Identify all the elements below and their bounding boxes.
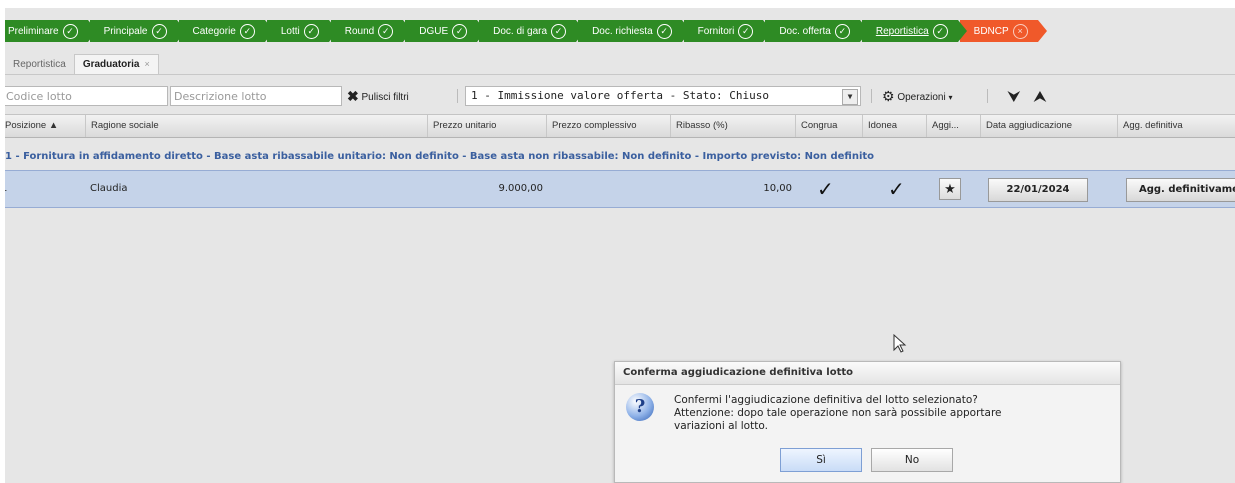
lot-group-label: 1 - Fornitura in affidamento diretto - B… <box>5 151 875 162</box>
step-label: Preliminare <box>8 25 59 37</box>
col-ribasso[interactable]: Ribasso (%) <box>671 115 796 137</box>
step-label: Fornitori <box>697 25 735 37</box>
tab-reportistica[interactable]: Reportistica <box>5 55 74 74</box>
cell-prezzo-unitario: 9.000,00 <box>498 183 543 194</box>
dialog-line: variazioni al lotto. <box>674 420 768 432</box>
caret-down-icon: ▾ <box>948 93 953 102</box>
tab-label: Graduatoria <box>82 59 140 70</box>
workflow-steps: Preliminare ✓ Principale ✓ Categorie ✓ Lott… <box>5 18 1235 44</box>
operazioni-menu-button[interactable]: ⚙ Operazioni ▾ <box>882 86 953 106</box>
close-circle-icon: × <box>1012 23 1028 39</box>
step-bdncp[interactable]: BDNCP × <box>959 20 1047 42</box>
agg-definitivamente-button[interactable]: Agg. definitivamente <box>1126 178 1235 202</box>
dialog-title: Conferma aggiudicazione definitiva lotto <box>615 362 1120 385</box>
question-icon: ? <box>626 393 654 421</box>
descrizione-lotto-input[interactable]: Descrizione lotto <box>170 86 342 106</box>
table-row[interactable]: 1 Claudia 9.000,00 10,00 ✓ ✓ ★ 22/01/202… <box>5 170 1235 208</box>
check-circle-icon: ✓ <box>738 23 754 39</box>
dialog-message: Confermi l'aggiudicazione definitiva del… <box>674 394 1104 433</box>
check-circle-icon: ✓ <box>239 23 255 39</box>
step-doc-offerta[interactable]: Doc. offerta ✓ <box>765 20 869 42</box>
step-label: Categorie <box>192 25 236 37</box>
step-lotti[interactable]: Lotti ✓ <box>266 20 338 42</box>
step-label: DGUE <box>419 25 449 37</box>
step-round[interactable]: Round ✓ <box>330 20 413 42</box>
pulisci-filtri-button[interactable]: ✖ Pulisci filtri <box>347 86 409 106</box>
step-fornitori[interactable]: Fornitori ✓ <box>683 20 772 42</box>
step-preliminare[interactable]: Preliminare ✓ <box>5 20 97 42</box>
no-button[interactable]: No <box>871 448 953 472</box>
col-ragione-sociale[interactable]: Ragione sociale <box>86 115 428 137</box>
col-data-aggiudicazione[interactable]: Data aggiudicazione <box>981 115 1118 137</box>
expand-all-icon[interactable]: ⮟ <box>1008 86 1020 106</box>
round-select[interactable]: 1 - Immissione valore offerta - Stato: C… <box>465 86 861 106</box>
step-doc-di-gara[interactable]: Doc. di gara ✓ <box>479 20 585 42</box>
gear-icon: ⚙ <box>882 88 895 104</box>
confirm-dialog: Conferma aggiudicazione definitiva lotto… <box>614 361 1121 483</box>
step-reportistica[interactable]: Reportistica ✓ <box>861 20 967 42</box>
clear-x-icon: ✖ <box>347 88 359 104</box>
check-circle-icon: ✓ <box>656 23 672 39</box>
cell-posizione: 1 <box>5 171 7 207</box>
table-header: Posizione ▲ Ragione sociale Prezzo unita… <box>5 114 1235 138</box>
tab-graduatoria[interactable]: Graduatoria × <box>73 54 159 74</box>
step-doc-richiesta[interactable]: Doc. richiesta ✓ <box>578 20 691 42</box>
step-label: Round <box>344 25 375 37</box>
step-label: BDNCP <box>973 25 1009 37</box>
col-aggiudicata[interactable]: Aggi... <box>927 115 981 137</box>
app-frame: Preliminare ✓ Principale ✓ Categorie ✓ Lott… <box>5 8 1235 483</box>
filter-bar: Codice lotto Descrizione lotto ✖ Pulisci… <box>5 86 1235 108</box>
step-label: Doc. offerta <box>779 25 831 37</box>
col-posizione[interactable]: Posizione ▲ <box>5 115 86 137</box>
operazioni-label: Operazioni <box>897 92 946 103</box>
lot-group-row[interactable]: 1 - Fornitura in affidamento diretto - B… <box>5 148 1235 166</box>
tab-bar: Reportistica Graduatoria × <box>5 54 1235 75</box>
check-circle-icon: ✓ <box>151 23 167 39</box>
col-congrua[interactable]: Congrua <box>796 115 863 137</box>
check-circle-icon: ✓ <box>834 23 850 39</box>
step-label: Principale <box>103 25 148 37</box>
col-agg-definitiva[interactable]: Agg. definitiva <box>1118 115 1235 137</box>
check-circle-icon: ✓ <box>452 23 468 39</box>
data-aggiudicazione-button[interactable]: 22/01/2024 <box>988 178 1088 202</box>
separator <box>987 89 988 103</box>
step-label: Doc. di gara <box>493 25 548 37</box>
col-idonea[interactable]: Idonea <box>863 115 927 137</box>
step-dgue[interactable]: DGUE ✓ <box>405 20 487 42</box>
codice-lotto-input[interactable]: Codice lotto <box>5 86 168 106</box>
cell-ribasso: 10,00 <box>763 183 792 194</box>
cell-ragione-sociale: Claudia <box>90 183 128 194</box>
separator <box>871 89 872 103</box>
dialog-line: Attenzione: dopo tale operazione non sar… <box>674 407 1002 419</box>
idonea-check-icon: ✓ <box>888 177 905 201</box>
check-circle-icon: ✓ <box>932 23 948 39</box>
col-prezzo-unitario[interactable]: Prezzo unitario <box>428 115 547 137</box>
step-label: Lotti <box>280 25 300 37</box>
step-principale[interactable]: Principale ✓ <box>89 20 186 42</box>
mouse-cursor-icon <box>893 334 907 353</box>
pulisci-filtri-label: Pulisci filtri <box>361 92 409 103</box>
col-prezzo-complessivo[interactable]: Prezzo complessivo <box>547 115 671 137</box>
collapse-all-icon[interactable]: ⮝ <box>1034 86 1046 106</box>
yes-button[interactable]: Sì <box>780 448 862 472</box>
check-circle-icon: ✓ <box>378 23 394 39</box>
check-circle-icon: ✓ <box>303 23 319 39</box>
tab-label: Reportistica <box>13 59 66 70</box>
star-icon[interactable]: ★ <box>939 178 961 200</box>
congrua-check-icon: ✓ <box>817 177 834 201</box>
check-circle-icon: ✓ <box>62 23 78 39</box>
separator <box>457 89 458 103</box>
step-label: Doc. richiesta <box>592 25 653 37</box>
dialog-line: Confermi l'aggiudicazione definitiva del… <box>674 394 978 406</box>
close-icon[interactable]: × <box>145 59 150 69</box>
chevron-down-icon[interactable]: ▼ <box>842 89 858 105</box>
check-circle-icon: ✓ <box>551 23 567 39</box>
step-categorie[interactable]: Categorie ✓ <box>178 20 275 42</box>
round-select-value: 1 - Immissione valore offerta - Stato: C… <box>471 89 770 102</box>
step-label: Reportistica <box>875 25 929 37</box>
